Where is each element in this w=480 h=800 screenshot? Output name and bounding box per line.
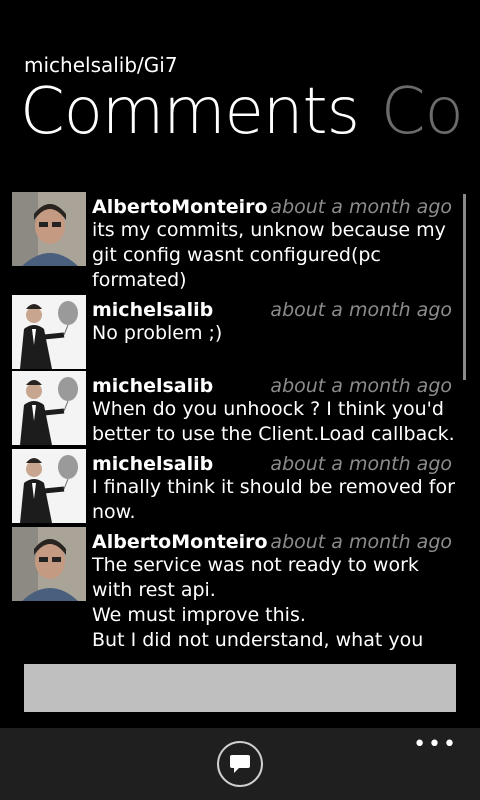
comment-item: michelsalib about a month ago I finally … xyxy=(12,449,460,525)
person-photo-icon xyxy=(12,527,86,601)
comment-author: AlbertoMonteiro xyxy=(92,531,268,553)
comment-item: michelsalib about a month ago When do yo… xyxy=(12,371,460,447)
comment-body: When do you unhoock ? I think you'd bett… xyxy=(92,398,455,445)
comment-body: I finally think it should be removed for… xyxy=(92,476,455,523)
avatar xyxy=(12,449,86,523)
person-photo-icon xyxy=(12,192,86,266)
comment-input[interactable] xyxy=(24,664,456,712)
comment-time: about a month ago xyxy=(270,299,452,321)
pivot-item-next[interactable]: Co xyxy=(381,75,464,149)
comment-author: michelsalib xyxy=(92,453,214,475)
comment-icon xyxy=(230,755,250,773)
add-comment-button[interactable] xyxy=(217,741,263,787)
more-options-button[interactable]: ••• xyxy=(413,732,458,757)
comment-author: michelsalib xyxy=(92,299,214,321)
avatar xyxy=(12,527,86,601)
comment-item: AlbertoMonteiro about a month ago The se… xyxy=(12,527,460,654)
avatar xyxy=(12,192,86,266)
comment-body: The service was not ready to work with r… xyxy=(92,554,424,651)
person-photo-icon xyxy=(12,449,86,523)
comment-body: its my commits, unknow because my git co… xyxy=(92,219,446,291)
comments-list[interactable]: AlbertoMonteiro about a month ago its my… xyxy=(12,192,460,654)
comment-item: AlbertoMonteiro about a month ago its my… xyxy=(12,192,460,293)
avatar xyxy=(12,295,86,369)
comment-time: about a month ago xyxy=(270,453,452,475)
person-photo-icon xyxy=(12,295,86,369)
avatar xyxy=(12,371,86,445)
comment-author: michelsalib xyxy=(92,375,214,397)
comment-body: No problem ;) xyxy=(92,322,223,344)
app-bar: ••• xyxy=(0,728,480,800)
pivot-item-comments[interactable]: Comments xyxy=(20,75,360,149)
comment-time: about a month ago xyxy=(270,531,452,553)
comment-time: about a month ago xyxy=(270,196,452,218)
person-photo-icon xyxy=(12,371,86,445)
comment-time: about a month ago xyxy=(270,375,452,397)
scrollbar[interactable] xyxy=(463,194,466,380)
pivot-header: Comments Co xyxy=(20,80,464,144)
app-title: michelsalib/Gi7 xyxy=(24,53,178,77)
comment-item: michelsalib about a month ago No problem… xyxy=(12,295,460,369)
comment-author: AlbertoMonteiro xyxy=(92,196,268,218)
